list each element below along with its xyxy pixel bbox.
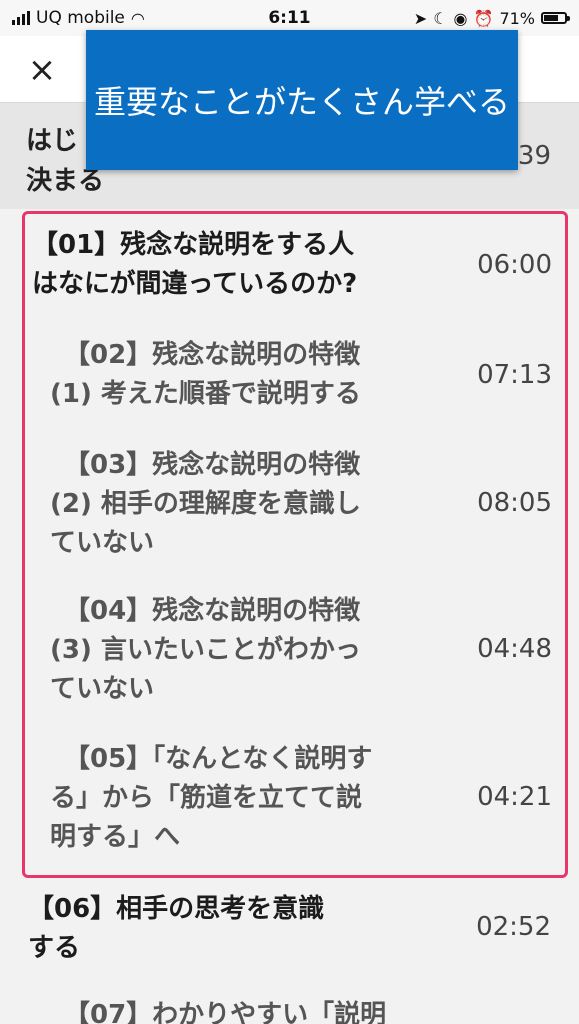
lesson-title-line: る」から「筋道を立てて説: [50, 783, 363, 813]
alarm-icon: ⏰: [473, 8, 494, 28]
lesson-item-05[interactable]: 【05】「なんとなく説明す る」から「筋道を立てて説 明する」へ 04:21: [24, 740, 564, 858]
lesson-title-line: 【01】残念な説明をする人: [32, 230, 355, 260]
location-icon: ➤: [413, 8, 428, 28]
caption-banner: 重要なことがたくさん学べる: [86, 30, 518, 170]
lesson-duration: 02:52: [476, 912, 551, 942]
orientation-lock-icon: ◉: [453, 8, 468, 28]
lesson-title: 【06】相手の思考を意識 する: [28, 890, 324, 968]
lesson-title: 【04】残念な説明の特徴 (3) 言いたいことがわかっ ていない: [50, 592, 361, 709]
lesson-duration: 06:00: [477, 250, 552, 280]
lesson-item-01[interactable]: 【01】残念な説明をする人 はなにが間違っているのか? 06:00: [24, 226, 564, 312]
lesson-item-02[interactable]: 【02】残念な説明の特徴 (1) 考えた順番で説明する 07:13: [24, 336, 564, 416]
carrier-name: UQ mobile: [36, 8, 125, 28]
lesson-duration: 07:13: [477, 360, 552, 390]
moon-icon: ☾: [433, 8, 448, 28]
lesson-title-line: 【03】残念な説明の特徴: [64, 450, 361, 480]
lesson-title-line: 【06】相手の思考を意識: [28, 894, 325, 924]
wifi-icon: ◠: [130, 8, 145, 28]
lesson-title: 【01】残念な説明をする人 はなにが間違っているのか?: [32, 226, 357, 304]
lesson-item-03[interactable]: 【03】残念な説明の特徴 (2) 相手の理解度を意識し ていない 08:05: [24, 446, 564, 564]
battery-fill: [544, 15, 558, 21]
previous-lesson-duration: 39: [517, 141, 551, 171]
lesson-title-line: 明する」へ: [50, 822, 181, 852]
lesson-duration: 08:05: [477, 488, 552, 518]
lesson-title-line: (2) 相手の理解度を意識し: [50, 489, 361, 519]
lesson-duration: 04:21: [477, 782, 552, 812]
lesson-title-line: ていない: [50, 674, 155, 704]
lesson-item-06[interactable]: 【06】相手の思考を意識 する 02:52: [0, 890, 579, 970]
signal-icon: [12, 11, 30, 25]
lesson-duration: 04:48: [477, 634, 552, 664]
status-left: UQ mobile ◠: [12, 8, 145, 28]
lesson-title-line: はなにが間違っているのか?: [32, 269, 358, 299]
lesson-title: 【03】残念な説明の特徴 (2) 相手の理解度を意識し ていない: [50, 446, 361, 563]
battery-percent: 71%: [499, 8, 535, 28]
lesson-title-line: 【04】残念な説明の特徴: [64, 596, 361, 626]
battery-icon: [541, 12, 570, 24]
lesson-title: 【02】残念な説明の特徴 (1) 考えた順番で説明する: [50, 336, 361, 414]
lesson-item-07[interactable]: 【07】わかりやすい「説明: [0, 996, 579, 1024]
status-right: ➤ ☾ ◉ ⏰ 71%: [413, 8, 570, 28]
lesson-title-line: 【05】「なんとなく説明す: [64, 744, 373, 774]
close-button[interactable]: ×: [22, 50, 62, 90]
lesson-title: 【07】わかりやすい「説明: [64, 996, 386, 1024]
lesson-title-line: する: [28, 933, 81, 963]
lesson-title: 【05】「なんとなく説明す る」から「筋道を立てて説 明する」へ: [50, 740, 372, 857]
lesson-title-line: 【02】残念な説明の特徴: [64, 340, 361, 370]
lesson-title-line: 【07】わかりやすい「説明: [64, 1000, 387, 1024]
lesson-title-line: (1) 考えた順番で説明する: [50, 379, 361, 409]
lesson-title-line: ていない: [50, 528, 155, 558]
lesson-item-04[interactable]: 【04】残念な説明の特徴 (3) 言いたいことがわかっ ていない 04:48: [24, 592, 564, 710]
lesson-title-line: (3) 言いたいことがわかっ: [50, 635, 361, 665]
